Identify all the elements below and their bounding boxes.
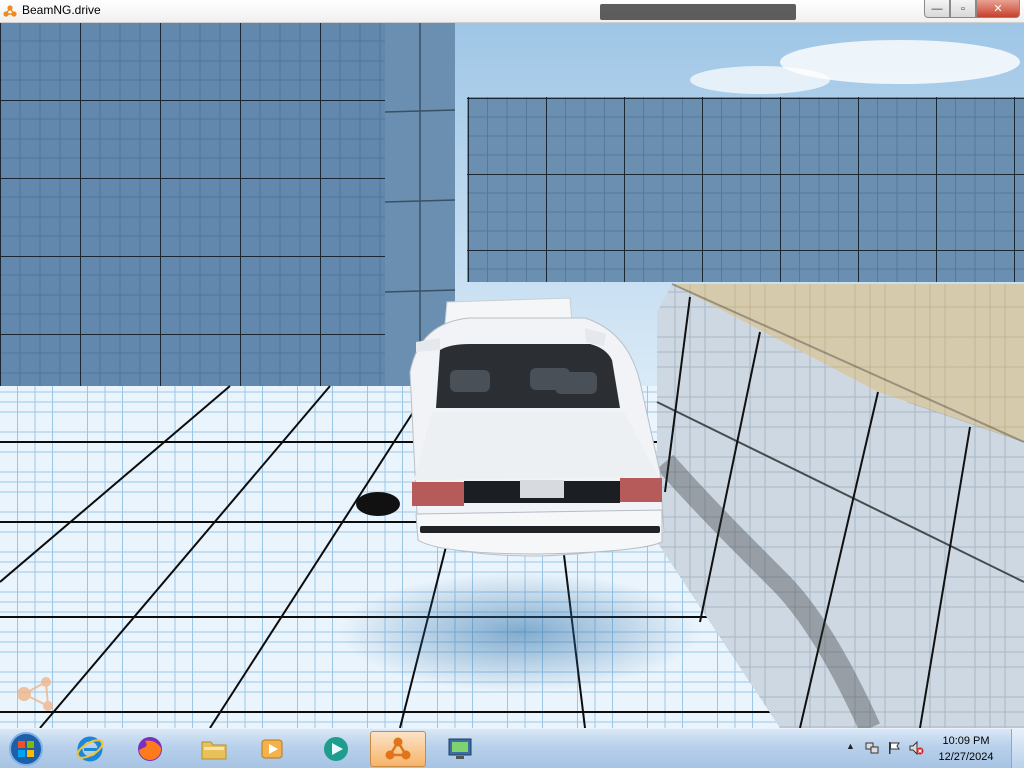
title-overlay-bar bbox=[600, 4, 796, 20]
taskbar-teal-app[interactable] bbox=[308, 731, 364, 767]
ie-icon bbox=[76, 736, 104, 762]
clock-date: 12/27/2024 bbox=[938, 751, 994, 763]
show-desktop-button[interactable] bbox=[1011, 729, 1024, 768]
clock-time: 10:09 PM bbox=[942, 735, 990, 747]
taskbar-beamng[interactable] bbox=[370, 731, 426, 767]
start-button-icon[interactable] bbox=[8, 731, 44, 767]
beamng-app-icon bbox=[3, 5, 17, 17]
close-button[interactable]: ✕ bbox=[976, 0, 1020, 18]
monitor-icon bbox=[448, 738, 472, 759]
scene-render bbox=[0, 22, 1024, 728]
maximize-button[interactable]: ▫ bbox=[950, 0, 976, 18]
network-icon[interactable] bbox=[864, 740, 880, 756]
game-viewport[interactable] bbox=[0, 22, 1024, 728]
windows-taskbar: ▲ 10:09 PM 12/27/2024 bbox=[0, 728, 1024, 768]
volume-muted-icon[interactable] bbox=[908, 740, 924, 756]
taskbar-file-explorer[interactable] bbox=[186, 731, 242, 767]
teal-app-icon bbox=[324, 737, 348, 761]
firefox-icon bbox=[138, 737, 162, 761]
window-title-bar[interactable]: BeamNG.drive — ▫ ✕ bbox=[0, 0, 1024, 23]
minimize-button[interactable]: — bbox=[924, 0, 950, 18]
taskbar-media-player[interactable] bbox=[244, 731, 300, 767]
taskbar-internet-explorer[interactable] bbox=[62, 731, 118, 767]
media-icon bbox=[261, 739, 283, 759]
folder-icon bbox=[201, 741, 227, 760]
taskbar-remote-desktop[interactable] bbox=[432, 731, 488, 767]
beamng-icon bbox=[385, 737, 411, 760]
taskbar-firefox[interactable] bbox=[122, 731, 178, 767]
action-center-flag-icon[interactable] bbox=[886, 740, 902, 756]
window-title: BeamNG.drive bbox=[22, 3, 101, 17]
taskbar-clock[interactable]: 10:09 PM 12/27/2024 bbox=[930, 733, 1002, 765]
tray-chevron-icon[interactable]: ▲ bbox=[846, 741, 855, 751]
